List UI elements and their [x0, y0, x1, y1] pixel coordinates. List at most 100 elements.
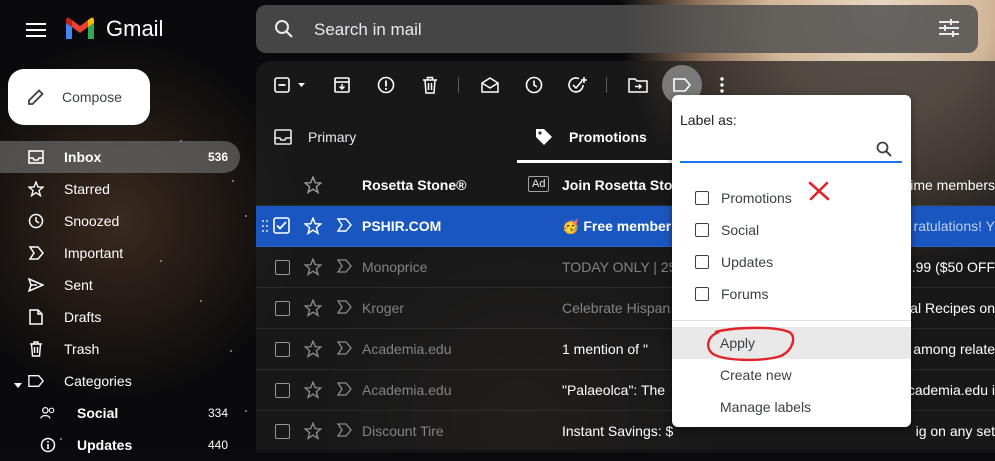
label-filter	[680, 137, 902, 163]
sidebar-item-label: Drafts	[64, 309, 102, 325]
row-checkbox[interactable]	[275, 301, 290, 316]
sidebar-item-drafts[interactable]: Drafts	[0, 301, 256, 333]
manage-labels-button[interactable]: Manage labels	[672, 391, 911, 423]
label-option-updates[interactable]: Updates	[672, 246, 911, 278]
hamburger-icon	[26, 23, 46, 37]
more-vert-icon	[720, 77, 724, 93]
pencil-icon	[28, 89, 44, 105]
create-new-label-button[interactable]: Create new	[672, 359, 911, 391]
task-add-icon	[568, 77, 587, 93]
label-option-promotions[interactable]: Promotions	[672, 182, 911, 214]
compose-button[interactable]: Compose	[8, 69, 150, 125]
star-icon[interactable]	[304, 422, 322, 440]
select-all-button[interactable]	[272, 73, 312, 97]
important-marker-icon[interactable]	[336, 218, 352, 232]
send-icon	[28, 277, 44, 293]
star-icon[interactable]	[304, 381, 322, 399]
email-snippet: time members	[906, 177, 995, 193]
main-menu-button[interactable]	[22, 16, 50, 44]
sidebar-item-social[interactable]: Social 334	[0, 397, 256, 429]
label-option-forums[interactable]: Forums	[672, 278, 911, 310]
gmail-logo[interactable]: Gmail	[64, 16, 163, 42]
sidebar-item-label: Starred	[64, 181, 110, 197]
email-subject: Instant Savings: $	[562, 423, 674, 439]
star-icon[interactable]	[304, 217, 322, 235]
sidebar-item-trash[interactable]: Trash	[0, 333, 256, 365]
delete-button[interactable]	[418, 73, 442, 97]
sidebar-item-snoozed[interactable]: Snoozed	[0, 205, 256, 237]
star-icon[interactable]	[304, 176, 322, 194]
row-checkbox[interactable]	[275, 383, 290, 398]
email-snippet: 9.99 ($50 OFF	[903, 259, 995, 275]
email-subject: Celebrate Hispan	[562, 300, 671, 316]
unread-count: 536	[207, 150, 228, 164]
info-icon	[40, 437, 56, 453]
email-sender: PSHIR.COM	[362, 218, 442, 234]
tab-label: Primary	[308, 129, 357, 145]
important-marker-icon[interactable]	[336, 259, 352, 273]
sidebar-item-label: Updates	[77, 437, 133, 453]
move-to-button[interactable]	[626, 73, 650, 97]
label-filter-input[interactable]	[680, 137, 874, 159]
star-icon[interactable]	[304, 258, 322, 276]
more-options-button[interactable]	[710, 73, 734, 97]
snooze-button[interactable]	[522, 73, 546, 97]
sidebar-item-inbox[interactable]: Inbox 536	[0, 141, 240, 173]
sidebar-item-starred[interactable]: Starred	[0, 173, 256, 205]
label-option-text: Forums	[721, 286, 769, 302]
row-checkbox[interactable]	[275, 424, 290, 439]
star-icon	[28, 181, 44, 197]
important-marker-icon[interactable]	[336, 423, 352, 437]
mark-read-button[interactable]	[478, 73, 502, 97]
star-icon[interactable]	[304, 299, 322, 317]
email-subject: 1 mention of "	[562, 341, 648, 357]
search-input[interactable]	[312, 15, 876, 45]
label-option-text: Promotions	[721, 190, 792, 206]
sidebar-item-categories[interactable]: Categories	[0, 365, 256, 397]
add-task-button[interactable]	[566, 73, 590, 97]
mail-open-icon	[481, 77, 499, 93]
important-marker-icon[interactable]	[336, 300, 352, 314]
toolbar-divider	[606, 77, 607, 93]
email-subject: Join Rosetta Sto	[562, 177, 673, 193]
archive-button[interactable]	[330, 73, 354, 97]
row-checkbox[interactable]	[275, 260, 290, 275]
label-checkbox[interactable]	[695, 223, 709, 237]
search-bar	[256, 5, 978, 53]
checked-checkbox-icon[interactable]	[273, 217, 290, 234]
email-snippet: al Recipes on	[910, 300, 995, 316]
label-option-text: Social	[721, 222, 760, 238]
email-snippet: ig on any set	[915, 423, 995, 439]
label-icon	[28, 373, 44, 389]
search-icon[interactable]	[274, 19, 294, 39]
caret-down-icon[interactable]	[14, 376, 22, 392]
sidebar-item-updates[interactable]: Updates 440	[0, 429, 256, 461]
ad-badge: Ad	[528, 176, 550, 192]
sidebar-item-important[interactable]: Important	[0, 237, 256, 269]
unread-count: 334	[207, 406, 228, 420]
drag-handle-icon[interactable]	[261, 219, 269, 233]
archive-icon	[334, 77, 350, 93]
sidebar-item-sent[interactable]: Sent	[0, 269, 256, 301]
important-marker-icon[interactable]	[336, 341, 352, 355]
star-icon[interactable]	[304, 340, 322, 358]
folder-move-icon	[628, 78, 648, 93]
email-sender: Discount Tire	[362, 423, 444, 439]
label-checkbox[interactable]	[695, 191, 709, 205]
inbox-tab-icon	[274, 129, 292, 145]
draft-icon	[28, 309, 44, 325]
manage-labels-label: Manage labels	[720, 399, 812, 415]
email-snippet: among relate	[913, 341, 995, 357]
clock-icon	[525, 76, 543, 94]
label-option-social[interactable]: Social	[672, 214, 911, 246]
tab-promotions[interactable]: Promotions	[517, 111, 675, 163]
report-spam-button[interactable]	[374, 73, 398, 97]
label-checkbox[interactable]	[695, 255, 709, 269]
red-circle-annotation-icon	[707, 326, 795, 362]
label-checkbox[interactable]	[695, 287, 709, 301]
search-options-icon[interactable]	[938, 18, 960, 38]
row-checkbox[interactable]	[275, 342, 290, 357]
sidebar-item-label: Sent	[64, 277, 93, 293]
important-marker-icon[interactable]	[336, 382, 352, 396]
tab-primary[interactable]: Primary	[256, 111, 516, 163]
